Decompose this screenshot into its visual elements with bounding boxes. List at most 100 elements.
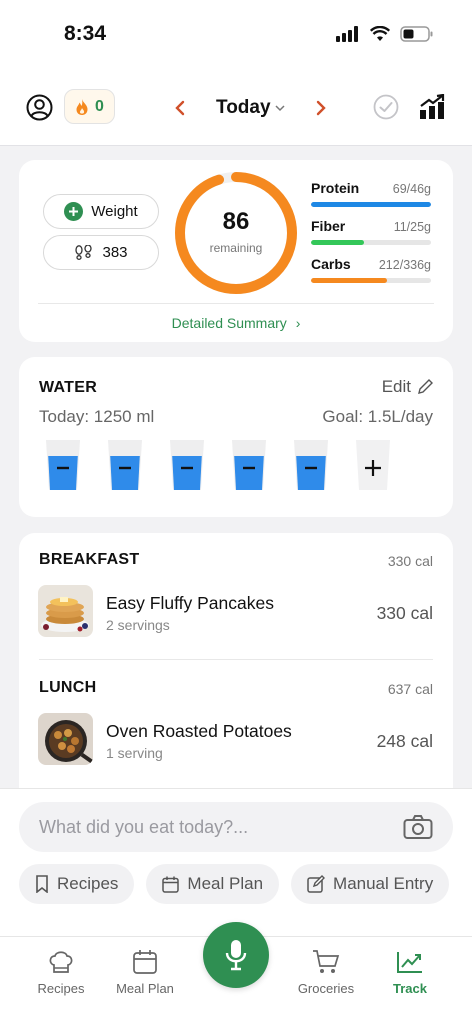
date-selector[interactable]: Today [216,97,271,119]
macro-progress-fill [311,278,387,283]
chevron-left-icon [175,100,185,116]
water-glass[interactable] [293,439,329,491]
calendar-icon [162,876,180,893]
header-actions [373,94,446,120]
food-entry-placeholder: What did you eat today?... [39,816,249,837]
tab-label: Track [393,981,427,996]
cellular-signal-icon [336,26,358,42]
water-goal: Goal: 1.5L/day [322,407,433,426]
footsteps-icon [75,244,93,260]
pencil-icon [418,379,433,394]
chip-meal-plan[interactable]: Meal Plan [146,864,280,904]
bookmark-icon [36,875,48,893]
steps-count: 383 [102,244,128,261]
edit-square-icon [307,875,326,893]
tab-label: Recipes [37,981,85,996]
daily-summary-card: Weight 383 86 remaining Protein 69/46g Fi… [19,160,453,342]
food-calories: 248 cal [376,731,433,751]
summary-divider [38,303,434,304]
weight-label: Weight [91,203,138,220]
chevron-right-icon [316,100,326,116]
water-glass[interactable] [169,439,205,491]
tab-track[interactable]: Track [365,947,455,996]
weight-button[interactable]: Weight [43,194,159,229]
chevron-down-icon [275,104,285,111]
food-name: Easy Fluffy Pancakes [106,593,274,613]
meal-total-breakfast: 330 cal [387,553,433,569]
meals-card: BREAKFAST 330 cal Easy Fluffy Pancakes 2… [19,533,453,793]
next-day-button[interactable] [311,96,331,120]
app-header: 0 Today [0,70,472,146]
macro-carbs[interactable]: Carbs 212/336g [311,256,431,294]
bottom-panel: What did you eat today?... Recipes Meal … [0,788,472,1024]
meal-divider [39,659,433,660]
shopping-cart-icon [313,950,340,973]
food-servings: 1 serving [106,745,163,761]
detailed-summary-link[interactable]: Detailed Summary › [19,315,453,331]
macro-name: Carbs [311,256,351,272]
chip-label: Manual Entry [333,874,434,893]
tab-groceries[interactable]: Groceries [281,947,371,996]
voice-input-button[interactable] [203,922,269,988]
tab-bar: Recipes Meal Plan Groceries Track [0,922,472,1024]
macro-value: 212/336g [378,258,431,272]
profile-icon[interactable] [26,94,53,121]
quick-action-chips: Recipes Meal Plan Manual Entry [19,864,450,904]
macro-progress-bar [311,278,431,283]
food-calories: 330 cal [376,603,433,623]
food-entry-input[interactable]: What did you eat today?... [19,802,453,852]
pancakes-thumbnail [38,585,93,637]
status-icons [336,26,434,42]
water-glass[interactable] [107,439,143,491]
chip-label: Recipes [57,874,119,893]
calendar-icon [133,950,157,974]
meal-heading-breakfast: BREAKFAST [39,551,140,568]
tab-meal-plan[interactable]: Meal Plan [100,947,190,996]
calories-remaining-label: remaining [209,241,263,255]
previous-day-button[interactable] [170,96,190,120]
microphone-icon [225,940,247,971]
streak-badge[interactable]: 0 [64,89,115,124]
date-navigator: Today [170,96,331,120]
check-circle-icon[interactable] [373,94,399,120]
macro-progress-bar [311,240,431,245]
camera-icon[interactable] [403,814,433,840]
trending-chart-icon[interactable] [419,94,446,120]
macro-protein[interactable]: Protein 69/46g [311,180,431,218]
chip-manual-entry[interactable]: Manual Entry [291,864,450,904]
macro-name: Fiber [311,218,346,234]
wifi-icon [370,26,390,41]
water-glass[interactable] [45,439,81,491]
macro-progress-fill [311,202,431,207]
flame-icon [76,98,88,115]
macro-value: 11/25g [393,220,431,234]
plus-circle-icon [64,202,84,221]
water-edit-button[interactable]: Edit [382,377,433,397]
macro-list: Protein 69/46g Fiber 11/25g Carbs 212/336g [311,180,431,294]
status-bar: 8:34 [0,0,472,70]
meal-total-lunch: 637 cal [387,681,433,697]
chef-hat-icon [49,951,73,973]
calorie-readout: 86 remaining [171,208,301,255]
macro-name: Protein [311,180,360,196]
water-glass[interactable] [355,439,391,491]
water-card: WATER Edit Today: 1250 ml Goal: 1.5L/day [19,357,453,517]
trend-line-icon [397,952,422,973]
macro-fiber[interactable]: Fiber 11/25g [311,218,431,256]
detailed-summary-label: Detailed Summary [171,315,287,331]
steps-button[interactable]: 383 [43,235,159,270]
water-glass[interactable] [231,439,267,491]
food-servings: 2 servings [106,617,170,633]
water-title: WATER [39,379,98,396]
date-label: Today [216,97,271,118]
tab-label: Meal Plan [116,981,174,996]
status-time: 8:34 [64,22,107,45]
tab-recipes[interactable]: Recipes [16,947,106,996]
meal-heading-lunch: LUNCH [39,679,97,696]
potatoes-thumbnail [38,713,93,765]
chip-recipes[interactable]: Recipes [19,864,135,904]
water-edit-label: Edit [381,377,411,396]
food-name: Oven Roasted Potatoes [106,721,292,741]
chip-label: Meal Plan [187,874,264,893]
chevron-right-icon: › [295,315,301,331]
